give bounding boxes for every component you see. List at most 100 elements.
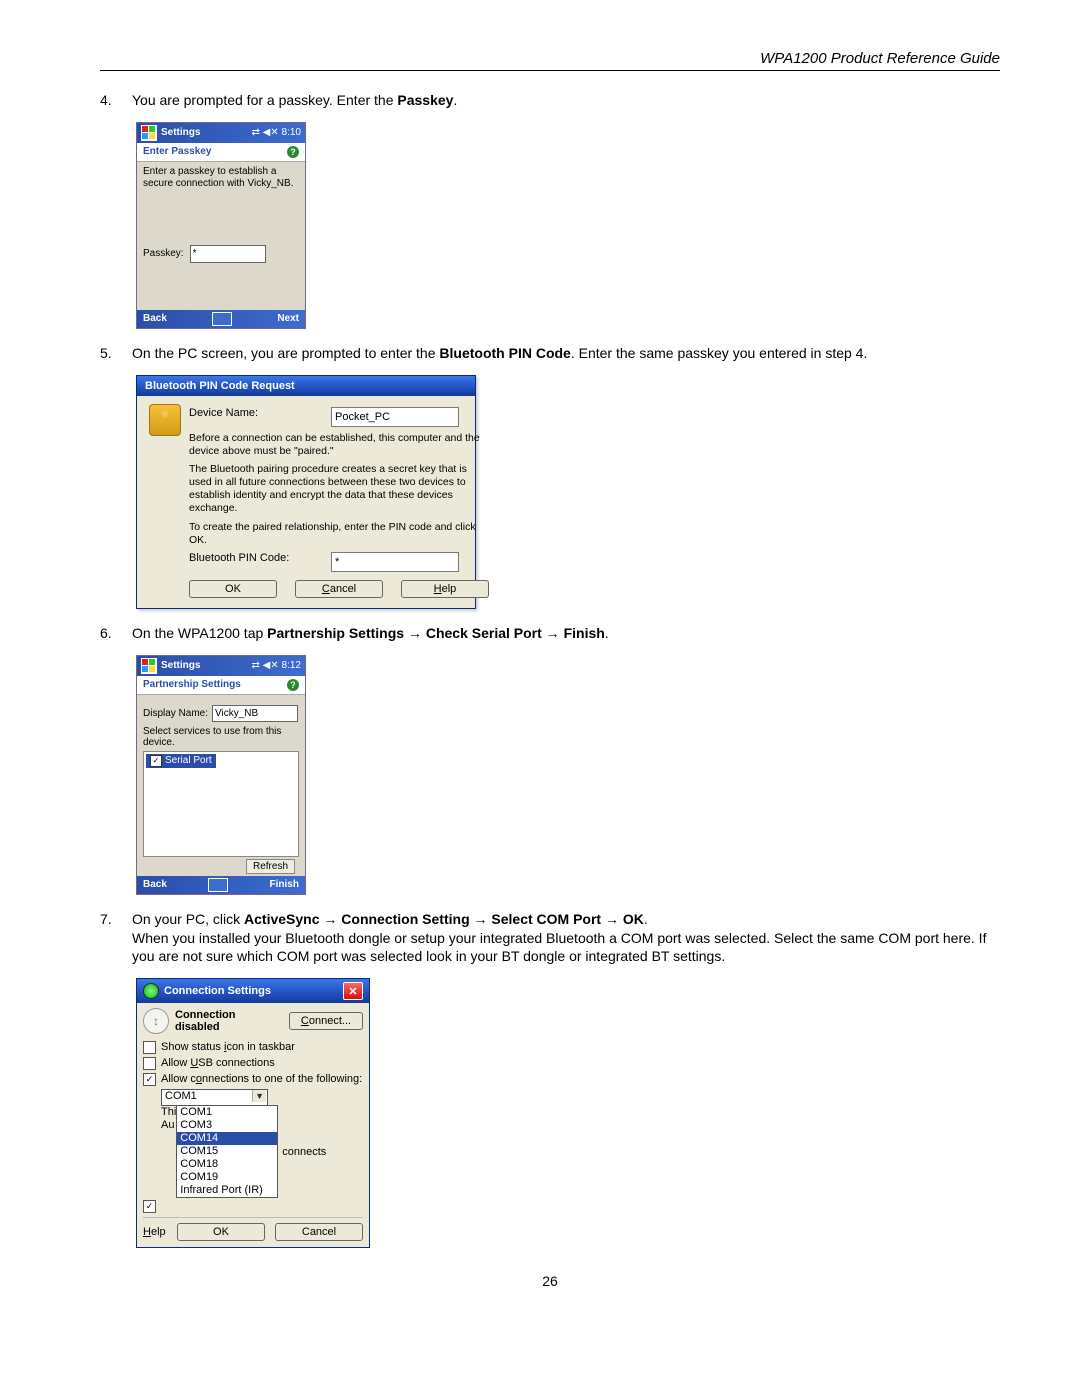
keyboard-icon[interactable] <box>212 312 232 326</box>
step-6-num: 6. <box>100 624 132 643</box>
back-button[interactable]: Back <box>143 879 167 890</box>
pin-dialog: Bluetooth PIN Code Request Device Name: … <box>136 375 476 609</box>
list-item[interactable]: Infrared Port (IR) <box>177 1184 277 1197</box>
ppc2-clock: ⇄ ◀✕ 8:12 <box>252 660 301 671</box>
list-item[interactable]: COM15 <box>177 1145 277 1158</box>
doc-header: WPA1200 Product Reference Guide <box>100 50 1000 71</box>
passkey-input[interactable] <box>190 245 266 263</box>
step-4-num: 4. <box>100 91 132 110</box>
conn-title-bar: Connection Settings ✕ <box>137 979 369 1003</box>
step-7-extra: When you installed your Bluetooth dongle… <box>132 930 986 965</box>
allow-label: Allow connections to one of the followin… <box>161 1073 362 1085</box>
back-button[interactable]: Back <box>143 313 167 324</box>
help-icon[interactable]: ? <box>287 146 299 158</box>
list-item[interactable]: COM3 <box>177 1119 277 1132</box>
step-4-bold: Passkey <box>397 92 453 108</box>
conn-ok-button[interactable]: OK <box>177 1223 265 1241</box>
usb-checkbox[interactable] <box>143 1057 156 1070</box>
pin-para-1: Before a connection can be established, … <box>189 432 489 458</box>
checkbox-icon[interactable]: ✓ <box>150 755 162 767</box>
step-4-text-a: You are prompted for a passkey. Enter th… <box>132 92 397 108</box>
finish-button[interactable]: Finish <box>270 879 299 890</box>
ppc2-subtitle: Partnership Settings ? <box>137 676 305 695</box>
step-4-text-b: . <box>453 92 457 108</box>
ppc2-title-bar: Settings ⇄ ◀✕ 8:12 <box>137 656 305 676</box>
step-7-text-a: On your PC, click <box>132 911 244 927</box>
ppc-message: Enter a passkey to establish a secure co… <box>143 166 299 190</box>
conn-cancel-button[interactable]: Cancel <box>275 1223 363 1241</box>
next-button[interactable]: Next <box>277 313 299 324</box>
allow-checkbox[interactable]: ✓ <box>143 1073 156 1086</box>
ppc-partnership-window: Settings ⇄ ◀✕ 8:12 Partnership Settings … <box>136 655 306 895</box>
services-label: Select services to use from this device. <box>143 726 299 748</box>
step-7-num: 7. <box>100 910 132 967</box>
device-name-field[interactable] <box>331 407 459 427</box>
step-5-text-b: . Enter the same passkey you entered in … <box>571 345 868 361</box>
page-number: 26 <box>100 1273 1000 1289</box>
pin-code-label: Bluetooth PIN Code: <box>189 552 319 572</box>
ppc-subtitle: Enter Passkey ? <box>137 143 305 162</box>
service-serial-port[interactable]: ✓ Serial Port <box>146 754 216 768</box>
other-checkbox[interactable]: ✓ <box>143 1200 156 1213</box>
ppc-subtitle-text: Enter Passkey <box>143 146 211 157</box>
ppc2-subtitle-text: Partnership Settings <box>143 679 241 690</box>
step-6: 6. On the WPA1200 tap Partnership Settin… <box>100 624 1000 643</box>
conn-status-text: Connection disabled <box>175 1009 283 1033</box>
keyboard-icon[interactable] <box>208 878 228 892</box>
refresh-button[interactable]: Refresh <box>246 859 295 874</box>
close-icon[interactable]: ✕ <box>343 982 363 1000</box>
ppc-passkey-window: Settings ⇄ ◀✕ 8:10 Enter Passkey ? Enter… <box>136 122 306 329</box>
list-item[interactable]: COM18 <box>177 1158 277 1171</box>
lock-icon <box>149 404 181 436</box>
step-7-text-b: . <box>644 911 648 927</box>
taskbar-label: Show status icon in taskbar <box>161 1041 295 1053</box>
connection-settings-dialog: Connection Settings ✕ ↕ Connection disab… <box>136 978 370 1248</box>
list-item[interactable]: COM19 <box>177 1171 277 1184</box>
taskbar-checkbox[interactable] <box>143 1041 156 1054</box>
step-7: 7. On your PC, click ActiveSync → Connec… <box>100 910 1000 967</box>
step-6-text-b: . <box>605 625 609 641</box>
ppc-clock: ⇄ ◀✕ 8:10 <box>252 127 301 138</box>
device-name-label: Device Name: <box>189 407 319 427</box>
windows-flag-icon <box>141 125 157 141</box>
ppc-title-bar: Settings ⇄ ◀✕ 8:10 <box>137 123 305 143</box>
step-4: 4. You are prompted for a passkey. Enter… <box>100 91 1000 110</box>
cancel-button[interactable]: Cancel <box>295 580 383 598</box>
pin-para-2: The Bluetooth pairing procedure creates … <box>189 463 489 516</box>
conn-title-text: Connection Settings <box>164 985 271 997</box>
step-5-bold: Bluetooth PIN Code <box>439 345 570 361</box>
services-list[interactable]: ✓ Serial Port <box>143 751 299 857</box>
help-button[interactable]: Help <box>401 580 489 598</box>
connect-button[interactable]: Connect... <box>289 1012 363 1030</box>
step-5: 5. On the PC screen, you are prompted to… <box>100 344 1000 363</box>
step-5-text-a: On the PC screen, you are prompted to en… <box>132 345 439 361</box>
step-7-bold: ActiveSync → Connection Setting → Select… <box>244 911 644 927</box>
ppc-app-name: Settings <box>161 127 200 138</box>
help-icon[interactable]: ? <box>287 679 299 691</box>
pin-title-text: Bluetooth PIN Code Request <box>145 380 295 392</box>
com-port-listbox[interactable]: COM1 COM3 COM14 COM15 COM18 COM19 Infrar… <box>176 1105 278 1198</box>
pin-para-3: To create the paired relationship, enter… <box>189 521 489 547</box>
com-port-combo[interactable]: COM1 <box>161 1089 268 1106</box>
usb-label: Allow USB connections <box>161 1057 275 1069</box>
step-5-num: 5. <box>100 344 132 363</box>
pin-title-bar: Bluetooth PIN Code Request <box>137 376 475 396</box>
sync-title-icon <box>143 983 159 999</box>
step-6-text-a: On the WPA1200 tap <box>132 625 267 641</box>
service-label: Serial Port <box>165 755 212 766</box>
list-item[interactable]: COM1 <box>177 1106 277 1119</box>
side-au: Au <box>161 1119 174 1131</box>
sync-status-icon: ↕ <box>143 1008 169 1034</box>
ppc-time-value: 8:10 <box>282 127 301 138</box>
display-name-input[interactable] <box>212 705 298 722</box>
ppc2-app-name: Settings <box>161 660 200 671</box>
side-connects: connects <box>282 1146 326 1158</box>
passkey-label: Passkey: <box>143 248 184 259</box>
pin-code-field[interactable] <box>331 552 459 572</box>
step-6-bold: Partnership Settings → Check Serial Port… <box>267 625 605 641</box>
side-thi: Thi <box>161 1106 176 1118</box>
ok-button[interactable]: OK <box>189 580 277 598</box>
ppc2-time-value: 8:12 <box>282 660 301 671</box>
list-item-selected[interactable]: COM14 <box>177 1132 277 1145</box>
display-name-label: Display Name: <box>143 708 208 719</box>
